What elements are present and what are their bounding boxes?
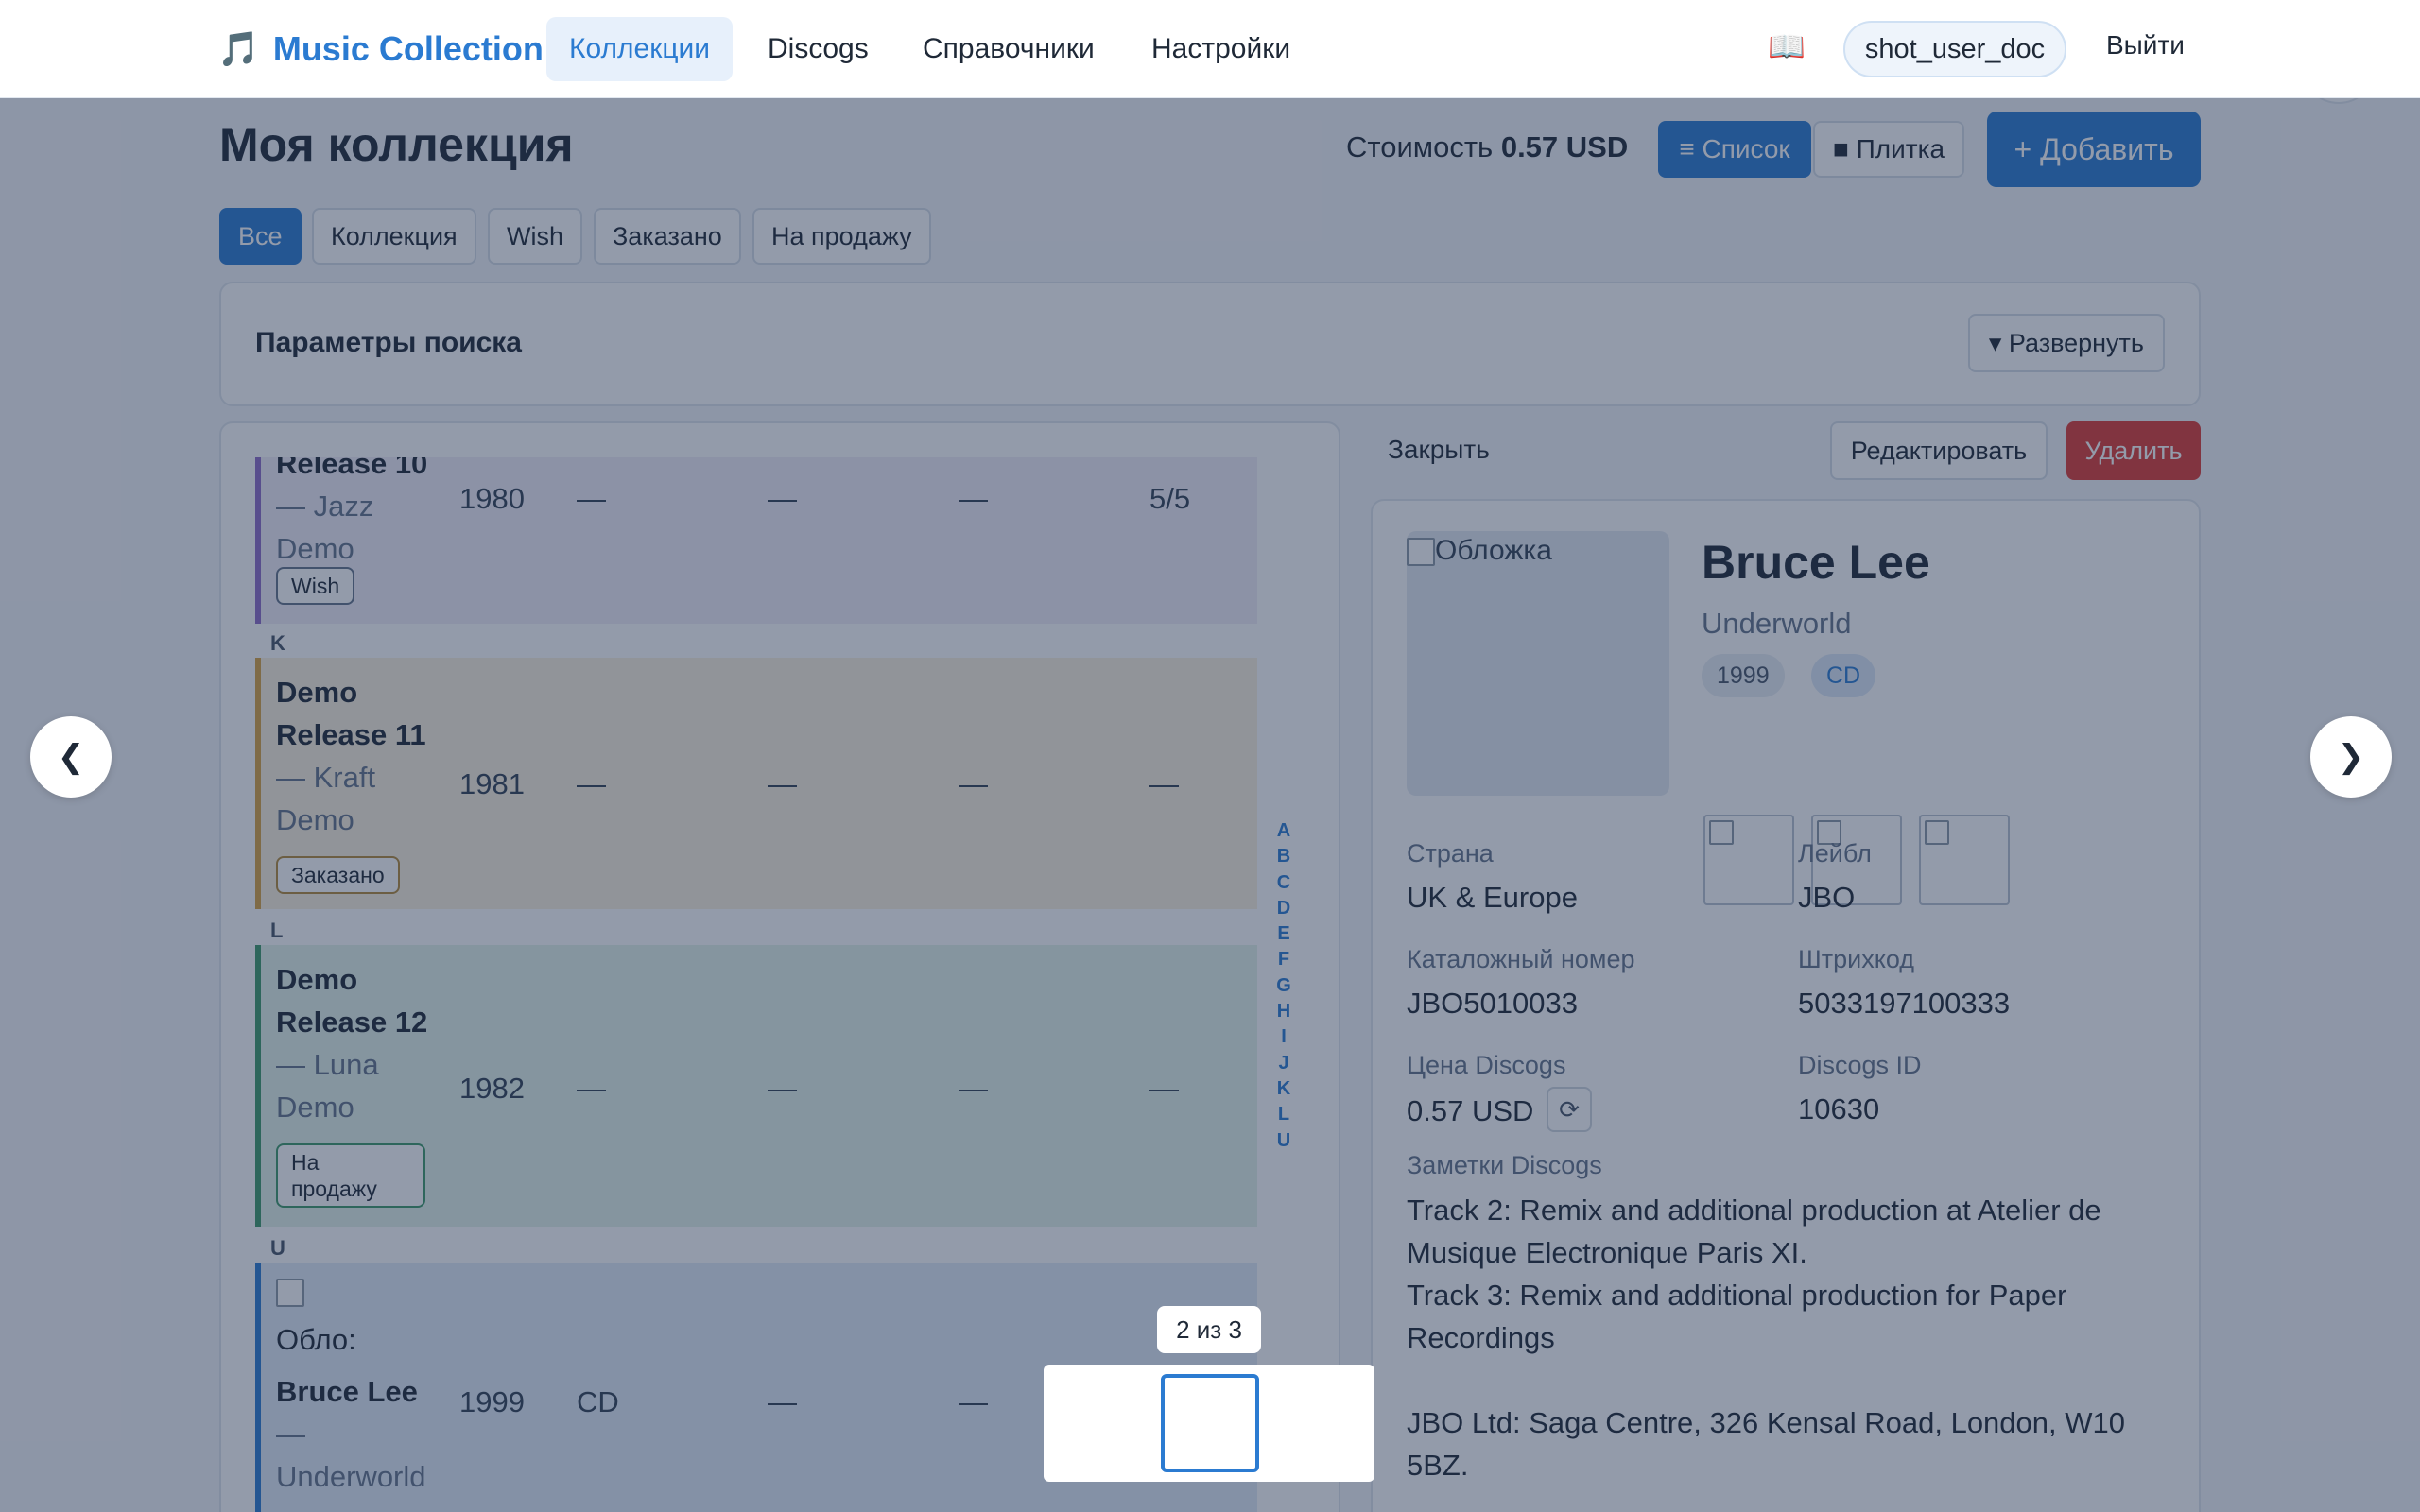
image-counter: 2 из 3: [1157, 1306, 1261, 1353]
selected-thumbnail[interactable]: [1161, 1374, 1259, 1472]
brand-name: Music Collection: [272, 29, 544, 68]
next-image-button[interactable]: ❯: [2310, 716, 2392, 798]
brand-logo[interactable]: 🎵 Music Collection: [217, 25, 544, 74]
nav-discogs[interactable]: Discogs: [745, 17, 891, 81]
music-note-icon: 🎵: [217, 29, 260, 68]
nav-settings[interactable]: Настройки: [1129, 17, 1313, 81]
lightbox-overlay[interactable]: [0, 98, 2420, 1512]
help-book-icon[interactable]: 📖: [1768, 28, 1806, 64]
user-badge[interactable]: shot_user_doc: [1843, 21, 2066, 77]
top-navbar: 🎵 Music Collection Коллекции Discogs Спр…: [0, 0, 2420, 98]
nav-references[interactable]: Справочники: [900, 17, 1117, 81]
logout-button[interactable]: Выйти: [2106, 30, 2185, 60]
thumbnail-strip: [1044, 1365, 1374, 1482]
nav-collections[interactable]: Коллекции: [546, 17, 734, 81]
prev-image-button[interactable]: ❮: [30, 716, 112, 798]
